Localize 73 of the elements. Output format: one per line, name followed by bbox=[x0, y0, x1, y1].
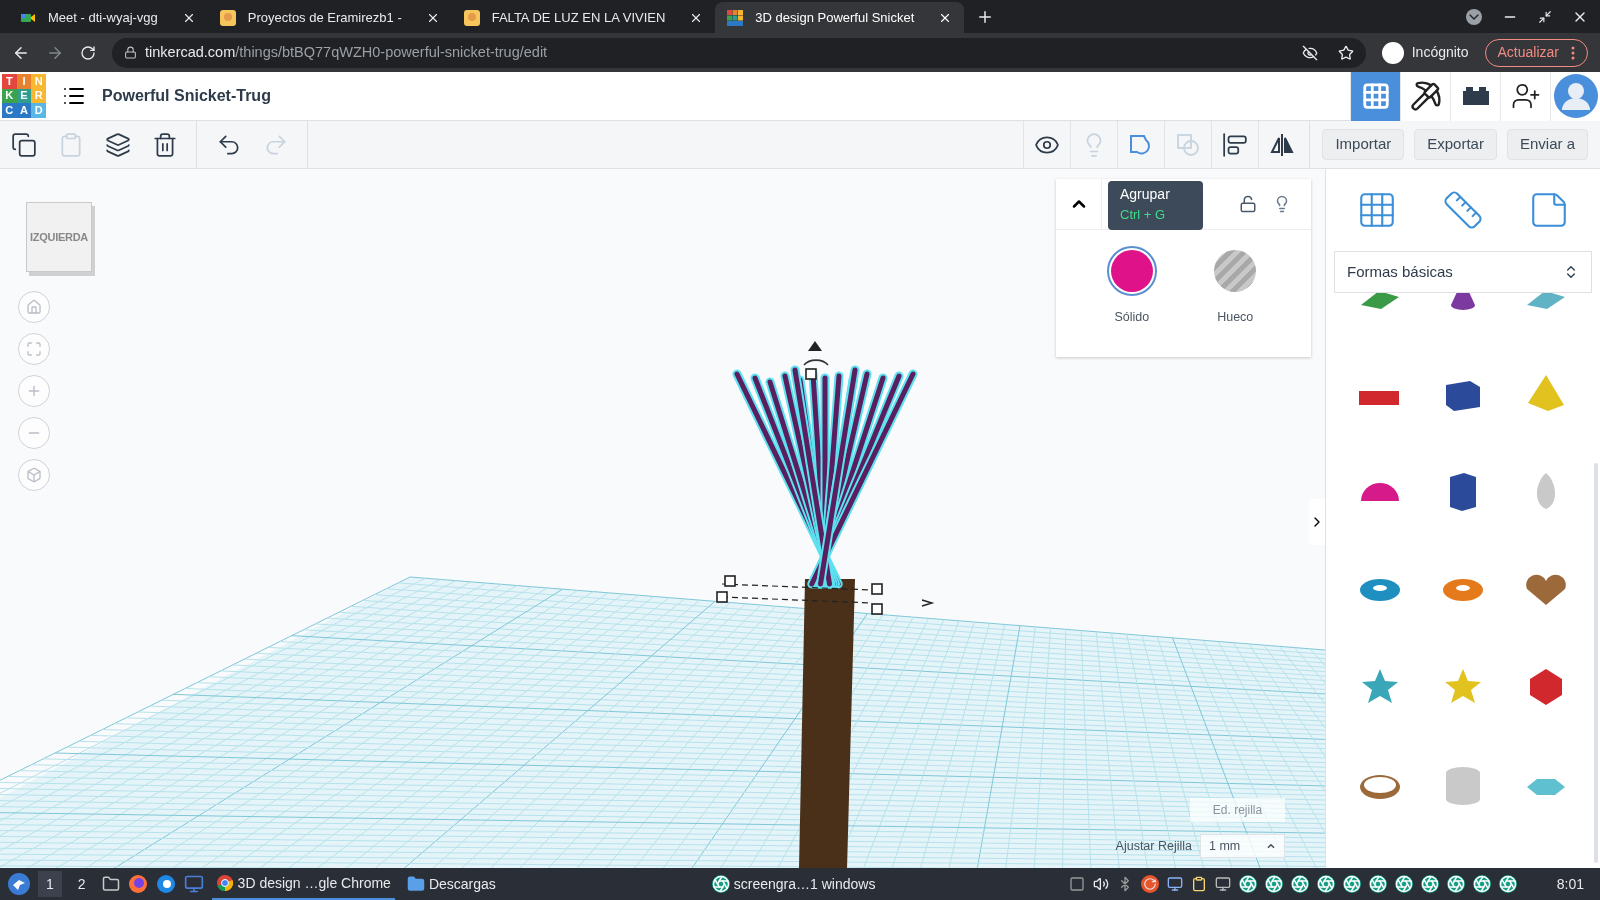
option-label: Sólido bbox=[1114, 309, 1150, 326]
eye-off-icon[interactable] bbox=[1301, 44, 1318, 61]
browser-tab[interactable]: 3D design Powerful Snicket bbox=[715, 2, 965, 33]
avatar-icon bbox=[219, 9, 236, 26]
browser-tab[interactable]: Meet - dti-wyaj-vgg bbox=[8, 2, 208, 33]
unlock-icon[interactable] bbox=[1239, 195, 1257, 213]
camera-shutter-icon[interactable] bbox=[1420, 875, 1439, 893]
snap-grid-label: Ajustar Rejilla bbox=[1115, 837, 1192, 855]
camera-shutter-icon[interactable] bbox=[1342, 875, 1361, 893]
camera-shutter-icon[interactable] bbox=[1472, 875, 1491, 893]
action-button[interactable]: Importar bbox=[1322, 129, 1405, 160]
action-button[interactable]: Enviar a bbox=[1506, 129, 1588, 160]
bird-logo-icon[interactable] bbox=[8, 873, 30, 895]
clock: 8:01 bbox=[1556, 874, 1584, 894]
option-label: Hueco bbox=[1217, 309, 1254, 326]
design-title[interactable]: Powerful Snicket-Trug bbox=[102, 84, 271, 108]
camera-shutter-icon bbox=[711, 875, 730, 893]
browser-tab[interactable]: Proyectos de Eramirezb1 - bbox=[207, 2, 452, 33]
brick-icon[interactable] bbox=[1450, 71, 1500, 121]
tab-title: 3D design Powerful Snicket bbox=[755, 8, 915, 27]
camera-shutter-icon[interactable] bbox=[1290, 875, 1309, 893]
address-field[interactable]: tinkercad.com/things/btBQ77qWZH0-powerful-snicket-trug/edit bbox=[112, 37, 1366, 68]
url-host: tinkercad.com bbox=[145, 42, 236, 62]
solid-swatch[interactable] bbox=[1106, 246, 1157, 296]
ruler-icon[interactable] bbox=[1442, 189, 1484, 231]
desktop-icon[interactable] bbox=[183, 874, 204, 894]
browser-icon[interactable] bbox=[155, 874, 176, 894]
volume-icon[interactable] bbox=[1092, 876, 1109, 892]
bookmark-star-icon[interactable] bbox=[1337, 44, 1354, 61]
tab-title: FALTA DE LUZ EN LA VIVIEN bbox=[491, 8, 666, 27]
action-button[interactable]: Exportar bbox=[1414, 129, 1497, 160]
camera-shutter-icon[interactable] bbox=[1368, 875, 1387, 893]
camera-shutter-icon[interactable] bbox=[1238, 875, 1257, 893]
network-icon[interactable] bbox=[1214, 876, 1231, 892]
alert-monitor-icon[interactable] bbox=[1166, 876, 1183, 892]
chrome-icon bbox=[215, 874, 234, 892]
tab-title: Meet - dti-wyaj-vgg bbox=[48, 8, 158, 27]
taskbar-window[interactable]: screengra…1 windows bbox=[707, 868, 880, 900]
camera-shutter-icon[interactable] bbox=[1394, 875, 1413, 893]
tile-grid-icon bbox=[727, 9, 744, 26]
avatar-icon bbox=[463, 9, 480, 26]
tooltip-title: Agrupar bbox=[1120, 185, 1171, 204]
camera-shutter-icon[interactable] bbox=[1446, 875, 1465, 893]
pickaxe-icon[interactable] bbox=[1400, 71, 1450, 121]
more-options-icon[interactable] bbox=[1571, 45, 1575, 60]
clipboard-icon[interactable] bbox=[1190, 876, 1207, 892]
snap-grid-select[interactable]: 1 mm bbox=[1200, 834, 1285, 858]
lock-icon bbox=[124, 46, 137, 59]
update-icon[interactable] bbox=[1140, 875, 1159, 893]
folder-icon bbox=[406, 875, 425, 893]
browser-tab[interactable]: FALTA DE LUZ EN LA VIVIEN bbox=[451, 2, 716, 33]
taskbar-window[interactable]: Descargas bbox=[402, 868, 500, 900]
scrollbar[interactable] bbox=[1594, 463, 1598, 863]
caret-icon bbox=[1266, 841, 1276, 851]
app-logo[interactable]: T I N K E R C A D bbox=[2, 74, 46, 118]
camera-shutter-icon[interactable] bbox=[1316, 875, 1335, 893]
tab-title: Proyectos de Eramirezb1 - bbox=[247, 8, 402, 27]
firefox-icon[interactable] bbox=[127, 874, 148, 894]
shape-category-select[interactable]: Formas básicas bbox=[1334, 251, 1592, 293]
camera-shutter-icon[interactable] bbox=[1264, 875, 1283, 893]
incognito-indicator[interactable]: Incógnito bbox=[1381, 41, 1469, 64]
add-user-icon[interactable] bbox=[1500, 71, 1550, 121]
3d-viewport[interactable]: IZQUIERDA Sólido Hueco Agrupar Ctrl + G Ed. rejilla Ajustar Rejilla 1 mm bbox=[0, 169, 1325, 868]
workspace-switch[interactable]: 2 bbox=[69, 871, 94, 897]
workspace-switch[interactable]: 1 bbox=[38, 871, 62, 897]
camera-shutter-icon[interactable] bbox=[1498, 875, 1517, 893]
restore-icon[interactable] bbox=[1538, 10, 1552, 24]
tab-search-icon[interactable] bbox=[1466, 9, 1482, 25]
url-path: /things/btBQ77qWZH0-powerful-snicket-trug/edit bbox=[235, 42, 548, 62]
tooltip-shortcut: Ctrl + G bbox=[1120, 206, 1167, 224]
reload-icon[interactable] bbox=[80, 44, 96, 61]
expand-panel-icon[interactable] bbox=[1309, 499, 1325, 545]
taskbar-window[interactable]: 3D design …gle Chrome bbox=[211, 868, 395, 900]
